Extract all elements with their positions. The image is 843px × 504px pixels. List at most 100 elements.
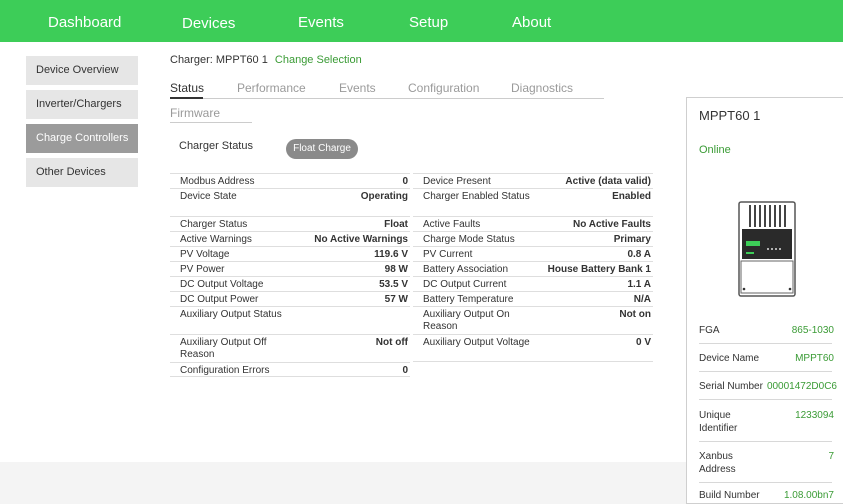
charge-controller-image-icon (738, 201, 796, 297)
row-value: 1.1 A (627, 279, 651, 290)
tab-events[interactable]: Events (339, 81, 376, 95)
row-value: Operating (360, 191, 408, 202)
table-row: DC Output Current 1.1 A (413, 276, 653, 291)
row-value: Enabled (612, 191, 651, 202)
sidebar-item-charge-controllers[interactable]: Charge Controllers (26, 124, 138, 153)
row-key: PV Power (180, 264, 225, 275)
prop-key: Device Name (699, 353, 760, 364)
divider (699, 482, 832, 483)
change-selection-link[interactable]: Change Selection (275, 54, 362, 66)
row-value: Not off (375, 337, 408, 348)
tab-bar: Status Performance Events Configuration … (170, 81, 604, 99)
row-value: No Active Warnings (314, 234, 408, 245)
table-row: Auxiliary Output On Reason Not on (413, 306, 653, 334)
row-value: No Active Faults (573, 219, 651, 230)
prop-key: Unique Identifier (699, 410, 738, 434)
row-key: PV Current (423, 249, 473, 260)
table-row: Device Present Active (data valid) (413, 173, 653, 188)
row-value: 119.6 V (374, 249, 408, 260)
prop-key: Xanbus Address (699, 451, 736, 475)
status-grid-left: Modbus Address 0 Device State Operating Ch… (170, 173, 410, 377)
table-row: PV Current 0.8 A (413, 246, 653, 261)
row-value: Float (384, 219, 408, 230)
row-key: DC Output Current (423, 279, 507, 290)
status-grid-right: Device Present Active (data valid) Charge… (413, 173, 653, 362)
row-value: N/A (633, 294, 651, 305)
table-row: Auxiliary Output Off Reason Not off (170, 334, 410, 362)
prop-value: 1233094 (795, 410, 834, 421)
prop-value: MPPT60 (795, 353, 834, 364)
row-key: Auxiliary Output Off Reason (180, 337, 267, 360)
row-key: DC Output Power (180, 294, 259, 305)
table-row: Battery Association House Battery Bank 1 (413, 261, 653, 276)
row-key: Charger Enabled Status (423, 191, 530, 202)
table-row: Active Warnings No Active Warnings (170, 231, 410, 246)
row-key: Active Warnings (180, 234, 252, 245)
charger-selection: Charger: MPPT60 1 Change Selection (170, 54, 362, 66)
table-row: Configuration Errors 0 (170, 362, 410, 377)
charger-label: Charger: MPPT60 1 (170, 54, 268, 66)
table-row: Battery Temperature N/A (413, 291, 653, 306)
row-key: Battery Association (423, 264, 509, 275)
nav-about[interactable]: About (512, 0, 551, 42)
row-value: Primary (613, 234, 651, 245)
row-key: Charger Status (180, 219, 248, 230)
row-key: DC Output Voltage (180, 279, 264, 290)
nav-dashboard[interactable]: Dashboard (48, 0, 121, 42)
sidebar-item-other-devices[interactable]: Other Devices (26, 158, 138, 187)
row-value: 0 V (635, 337, 651, 348)
tab-status[interactable]: Status (170, 81, 204, 95)
row-value: 0.8 A (627, 249, 651, 260)
sidebar-item-inverter-chargers[interactable]: Inverter/Chargers (26, 90, 138, 119)
row-value: Active (data valid) (565, 176, 651, 187)
row-key: Modbus Address (180, 176, 255, 187)
table-row: Charge Mode Status Primary (413, 231, 653, 246)
row-key: Active Faults (423, 219, 481, 230)
row-key: Charge Mode Status (423, 234, 515, 245)
table-row: Active Faults No Active Faults (413, 216, 653, 231)
table-row: PV Voltage 119.6 V (170, 246, 410, 261)
nav-devices[interactable]: Devices (182, 3, 236, 48)
sidebar-item-device-overview[interactable]: Device Overview (26, 56, 138, 85)
table-row: Charger Status Float (170, 216, 410, 231)
nav-events[interactable]: Events (298, 0, 344, 42)
table-row: DC Output Power 57 W (170, 291, 410, 306)
row-key: Auxiliary Output On Reason (423, 309, 510, 332)
table-row: Charger Enabled Status Enabled (413, 188, 653, 216)
device-model: MPPT60 1 (699, 108, 761, 123)
divider (699, 343, 832, 344)
footer (0, 462, 686, 504)
table-row: Modbus Address 0 (170, 173, 410, 188)
tab-firmware[interactable]: Firmware (170, 106, 220, 120)
row-value: 53.5 V (379, 279, 408, 290)
table-row: Device State Operating (170, 188, 410, 216)
row-key: PV Voltage (180, 249, 230, 260)
table-row: Auxiliary Output Status (170, 306, 410, 334)
table-row: PV Power 98 W (170, 261, 410, 276)
device-status: Online (699, 144, 731, 156)
prop-key: FGA (699, 325, 720, 336)
prop-value: 865-1030 (791, 325, 834, 336)
divider (699, 399, 832, 400)
table-row: Auxiliary Output Voltage 0 V (413, 334, 653, 362)
nav-setup[interactable]: Setup (409, 0, 448, 42)
prop-value: 1.08.00bn7 (783, 490, 834, 501)
prop-value: 7 (828, 451, 834, 462)
row-key: Auxiliary Output Status (180, 309, 282, 320)
prop-key: Build Number (699, 490, 760, 501)
tab-bar-row2: Firmware (170, 106, 252, 123)
divider (699, 371, 832, 372)
device-info-panel: MPPT60 1 Online FGA 865-1030 Device Name… (686, 97, 843, 504)
tab-diagnostics[interactable]: Diagnostics (511, 81, 573, 95)
row-key: Auxiliary Output Voltage (423, 337, 530, 348)
row-key: Battery Temperature (423, 294, 514, 305)
row-value: Not on (619, 309, 651, 320)
row-value: House Battery Bank 1 (547, 264, 651, 275)
active-tab-indicator (170, 97, 203, 99)
tab-performance[interactable]: Performance (237, 81, 306, 95)
charger-status-badge: Float Charge (286, 139, 358, 159)
row-value: 0 (402, 176, 408, 187)
row-key: Configuration Errors (180, 365, 270, 376)
row-key: Device State (180, 191, 237, 202)
tab-configuration[interactable]: Configuration (408, 81, 479, 95)
